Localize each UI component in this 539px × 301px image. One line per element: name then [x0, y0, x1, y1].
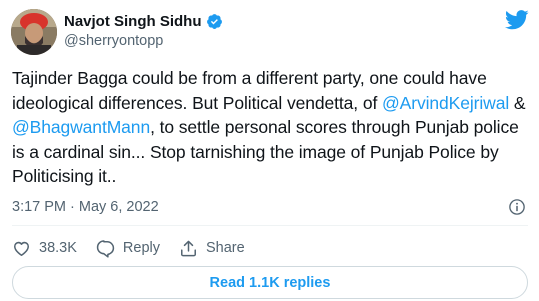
reply-label: Reply [122, 240, 160, 256]
author-name[interactable]: Navjot Singh Sidhu [64, 13, 202, 30]
share-button[interactable]: Share [179, 239, 245, 258]
author-info: Navjot Singh Sidhu @sherryontopp [64, 11, 223, 49]
verified-badge-icon [206, 13, 222, 29]
info-icon[interactable] [508, 198, 526, 216]
tweet-card: Navjot Singh Sidhu @sherryontopp Tajinde… [0, 0, 539, 301]
reply-button[interactable]: Reply [96, 239, 160, 258]
action-bar: 38.3K Reply Share [12, 237, 264, 259]
avatar-image [11, 9, 57, 55]
share-label: Share [205, 240, 245, 256]
mention-arvind-kejriwal[interactable]: @ArvindKejriwal [382, 93, 509, 113]
tweet-text-part-2: & [509, 92, 526, 113]
avatar[interactable] [11, 9, 57, 55]
like-button[interactable]: 38.3K [12, 239, 77, 258]
divider [12, 225, 528, 226]
share-icon [181, 240, 196, 256]
author-handle[interactable]: @sherryontopp [64, 33, 223, 49]
tweet-meta: 3:17 PM · May 6, 2022 [12, 197, 528, 217]
reply-icon [96, 239, 115, 258]
like-count: 38.3K [39, 240, 77, 256]
heart-icon [14, 241, 29, 256]
timestamp[interactable]: 3:17 PM · May 6, 2022 [12, 199, 159, 215]
twitter-bird-icon[interactable] [505, 10, 529, 30]
tweet-text: Tajinder Bagga could be from a different… [12, 66, 528, 189]
read-replies-button[interactable]: Read 1.1K replies [12, 266, 528, 299]
mention-bhagwant-mann[interactable]: @BhagwantMann [12, 117, 150, 137]
tweet-header: Navjot Singh Sidhu @sherryontopp [11, 8, 529, 56]
name-row: Navjot Singh Sidhu [64, 11, 223, 31]
